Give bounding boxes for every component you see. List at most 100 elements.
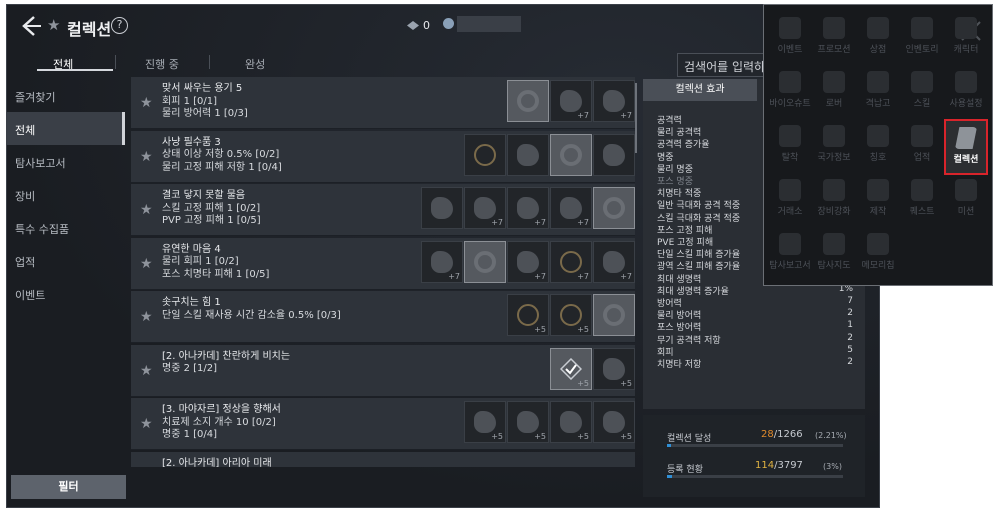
tab-in-progress[interactable]: 진행 중: [145, 56, 179, 72]
collection-row[interactable]: ★ 사냥 필수품 3 상태 이상 저항 0.5% [0/2] 물리 고정 피해 저항…: [131, 130, 635, 183]
item-slot[interactable]: [507, 133, 549, 176]
item-slot[interactable]: [507, 80, 549, 122]
item-slot[interactable]: +7: [421, 240, 463, 283]
check-icon: [560, 357, 582, 380]
item-slot[interactable]: +7: [550, 240, 592, 283]
menu-item[interactable]: 퀘스트: [900, 173, 944, 229]
menu-item[interactable]: 탐사지도: [812, 227, 856, 283]
menu-item[interactable]: 이벤트: [768, 11, 812, 67]
sidebar-item-reports[interactable]: 탐사보고서: [7, 145, 125, 178]
favorite-star-icon[interactable]: ★: [140, 416, 153, 432]
menu-item-label: 미션: [957, 207, 975, 217]
gear-piece-icon: [517, 197, 539, 219]
collection-info: 유연한 마음 4 물리 회피 1 [0/2] 포스 치명타 피해 1 [0/5]: [162, 244, 269, 282]
menu-item[interactable]: 컬렉션: [944, 119, 988, 175]
item-slot[interactable]: +7: [593, 240, 635, 283]
favorite-star-icon[interactable]: ★: [140, 149, 153, 165]
menu-item-icon: [867, 233, 889, 255]
collection-row[interactable]: ★ [3. 마야자르] 정상을 향해서 치료제 소지 개수 10 [0/2] 명중 …: [131, 398, 635, 450]
back-arrow-icon[interactable]: [17, 13, 43, 39]
item-slot[interactable]: [593, 187, 635, 229]
favorite-star-icon[interactable]: ★: [140, 95, 153, 111]
menu-item[interactable]: 메모리칩: [856, 227, 900, 283]
item-slot[interactable]: +7: [507, 187, 549, 229]
collection-row[interactable]: ★ 결코 닿지 못할 물음 스킬 고정 피해 1 [0/2] PVP 고정 피해 1…: [131, 184, 635, 236]
enhance-level: +7: [577, 111, 589, 120]
item-slot[interactable]: +7: [550, 80, 592, 122]
collection-effect: 명중 2 [1/2]: [162, 363, 218, 374]
item-slot[interactable]: +5: [593, 401, 635, 443]
menu-item[interactable]: 탐사보고서: [768, 227, 812, 283]
menu-item[interactable]: 미션: [944, 173, 988, 229]
enhance-level: +7: [577, 271, 589, 281]
menu-item-icon: [779, 125, 801, 147]
item-slot[interactable]: +5: [550, 347, 592, 390]
help-icon[interactable]: ?: [111, 17, 128, 34]
search-input[interactable]: 검색어를 입력하세: [677, 53, 773, 77]
filter-button[interactable]: 필터: [11, 475, 126, 499]
menu-item[interactable]: 격납고: [856, 65, 900, 121]
tab-complete[interactable]: 완성: [245, 56, 265, 72]
item-slot[interactable]: [464, 240, 506, 283]
item-slot[interactable]: +5: [550, 294, 592, 336]
menu-item[interactable]: 제작: [856, 173, 900, 229]
item-slot[interactable]: +5: [550, 401, 592, 443]
collection-effects-button[interactable]: 컬렉션 효과: [643, 79, 757, 101]
menu-item[interactable]: 거래소: [768, 173, 812, 229]
favorite-star-icon[interactable]: ★: [140, 363, 153, 379]
menu-item[interactable]: 프로모션: [812, 11, 856, 67]
currency-value: 0: [423, 19, 430, 32]
item-slot[interactable]: +5: [507, 294, 549, 336]
menu-item[interactable]: 칭호: [856, 119, 900, 175]
menu-item[interactable]: 국가정보: [812, 119, 856, 175]
favorite-star-icon[interactable]: ★: [140, 202, 153, 218]
menu-item[interactable]: 탈착: [768, 119, 812, 175]
item-slot[interactable]: [593, 133, 635, 176]
menu-item-icon: [779, 179, 801, 201]
menu-item[interactable]: 인벤토리: [900, 11, 944, 67]
sidebar-item-equipment[interactable]: 장비: [7, 178, 125, 211]
menu-item-label: 프로모션: [817, 45, 851, 55]
collection-name: 사냥 필수품 3: [162, 136, 221, 148]
menu-item-label: 메모리칩: [861, 261, 895, 271]
favorite-star-icon[interactable]: ★: [140, 309, 153, 325]
menu-item[interactable]: 캐릭터: [944, 11, 988, 67]
item-slot[interactable]: [464, 133, 506, 176]
menu-item[interactable]: 사용설정: [944, 65, 988, 121]
sidebar-item-events[interactable]: 이벤트: [7, 277, 125, 310]
favorite-star-icon[interactable]: ★: [47, 16, 60, 34]
menu-item[interactable]: 상점: [856, 11, 900, 67]
sidebar-item-all[interactable]: 전체: [7, 112, 125, 145]
favorite-star-icon[interactable]: ★: [140, 256, 153, 272]
collection-row[interactable]: ★ 솟구치는 힘 1 단일 스킬 재사용 시간 감소율 0.5% [0/3] +5 +…: [131, 291, 635, 343]
collection-effect: 단일 스킬 재사용 시간 감소율 0.5% [0/3]: [162, 309, 341, 321]
collection-row[interactable]: ★ [2. 아나카데] 찬란하게 비치는 명중 2 [1/2] +5 +5: [131, 344, 635, 397]
item-slot[interactable]: +7: [507, 240, 549, 283]
item-slot[interactable]: +7: [593, 80, 635, 122]
collection-row[interactable]: ★ 유연한 마음 4 물리 회피 1 [0/2] 포스 치명타 피해 1 [0/5]…: [131, 237, 635, 290]
menu-item[interactable]: 업적: [900, 119, 944, 175]
menu-item[interactable]: 바이오슈트: [768, 65, 812, 121]
sidebar-item-special[interactable]: 특수 수집품: [7, 211, 125, 244]
item-slot[interactable]: +5: [507, 401, 549, 443]
item-slot[interactable]: [550, 133, 592, 176]
menu-item[interactable]: 장비강화: [812, 173, 856, 229]
sidebar-item-favorites[interactable]: 즐겨찾기: [7, 79, 125, 112]
item-slot[interactable]: +7: [550, 187, 592, 229]
collection-info: [3. 마야자르] 정상을 향해서 치료제 소지 개수 10 [0/2] 명중 1 …: [162, 404, 281, 442]
enhance-level: +7: [577, 218, 589, 227]
gear-piece-icon: [431, 197, 453, 219]
item-slot[interactable]: [421, 187, 463, 229]
menu-item[interactable]: 로버: [812, 65, 856, 121]
menu-item[interactable]: 스킬: [900, 65, 944, 121]
item-slot[interactable]: +5: [593, 347, 635, 390]
enhance-level: +7: [620, 111, 632, 120]
list-scrollbar[interactable]: [635, 83, 637, 153]
item-slot[interactable]: [593, 294, 635, 336]
sidebar-item-achievements[interactable]: 업적: [7, 244, 125, 277]
item-slot[interactable]: +7: [464, 187, 506, 229]
collection-row[interactable]: ★ [2. 아나카데] 아리아 미래: [131, 451, 635, 467]
item-slot[interactable]: +5: [464, 401, 506, 443]
collection-row[interactable]: ★ 맞서 싸우는 용기 5 회피 1 [0/1] 물리 방어력 1 [0/3] +7 +…: [131, 77, 635, 129]
effect-stat: 포스 방어력 1: [657, 320, 853, 333]
